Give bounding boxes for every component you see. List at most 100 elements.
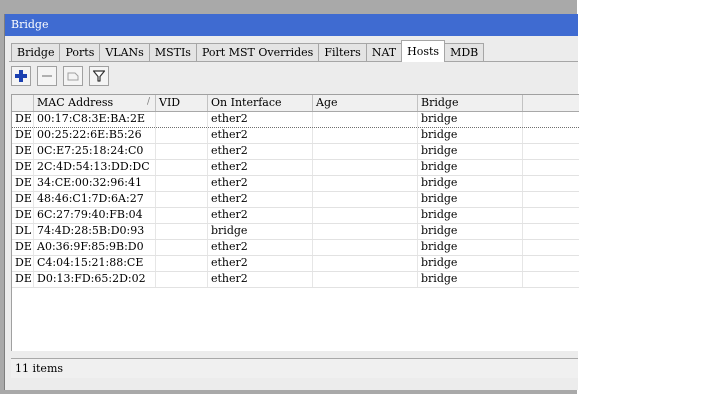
table-row[interactable]: DE 00:25:22:6E:B5:26 ether2 bridge <box>12 128 579 144</box>
cell-flags: DE <box>12 240 34 255</box>
cell-on-interface: ether2 <box>208 144 313 159</box>
column-header-vid[interactable]: VID <box>156 95 208 111</box>
tab-mstis[interactable]: MSTIs <box>148 43 197 62</box>
tab-nat[interactable]: NAT <box>365 43 403 62</box>
tab-port-mst-overrides[interactable]: Port MST Overrides <box>195 43 320 62</box>
cell-mac-address: 34:CE:00:32:96:41 <box>34 176 156 191</box>
cell-extra <box>523 224 579 239</box>
cell-flags: DE <box>12 256 34 271</box>
add-button[interactable] <box>11 66 31 86</box>
sort-icon: / <box>146 97 150 107</box>
tab-vlans[interactable]: VLANs <box>99 43 150 62</box>
cell-vid <box>156 176 208 191</box>
table-row[interactable]: DE C4:04:15:21:88:CE ether2 bridge <box>12 256 579 272</box>
cell-on-interface: ether2 <box>208 192 313 207</box>
cell-flags: DE <box>12 176 34 191</box>
cell-bridge: bridge <box>418 256 523 271</box>
cell-flags: DE <box>12 272 34 287</box>
filter-button[interactable] <box>89 66 109 86</box>
column-header-on-interface[interactable]: On Interface <box>208 95 313 111</box>
table-row[interactable]: DE A0:36:9F:85:9B:D0 ether2 bridge <box>12 240 579 256</box>
tab-ports[interactable]: Ports <box>59 43 101 62</box>
comment-button[interactable] <box>63 66 83 86</box>
cell-bridge: bridge <box>418 192 523 207</box>
tab-bar: Bridge Ports VLANs MSTIs Port MST Overri… <box>11 40 485 62</box>
filter-icon <box>92 70 106 82</box>
cell-flags: DE <box>12 208 34 223</box>
table-row[interactable]: DE 34:CE:00:32:96:41 ether2 bridge <box>12 176 579 192</box>
cell-bridge: bridge <box>418 272 523 287</box>
window-title[interactable]: Bridge <box>5 14 578 36</box>
remove-button[interactable] <box>37 66 57 86</box>
column-header-flags[interactable] <box>12 95 34 111</box>
cell-vid <box>156 144 208 159</box>
cell-mac-address: 74:4D:28:5B:D0:93 <box>34 224 156 239</box>
tab-mdb[interactable]: MDB <box>444 43 485 62</box>
cell-extra <box>523 208 579 223</box>
cell-age <box>313 224 418 239</box>
table-row[interactable]: DE 00:17:C8:3E:BA:2E ether2 bridge <box>12 112 579 128</box>
cell-vid <box>156 128 208 143</box>
cell-bridge: bridge <box>418 144 523 159</box>
column-header-bridge[interactable]: Bridge <box>418 95 523 111</box>
cell-on-interface: ether2 <box>208 112 313 127</box>
cell-on-interface: ether2 <box>208 256 313 271</box>
cell-extra <box>523 192 579 207</box>
tab-bridge[interactable]: Bridge <box>11 43 61 62</box>
cell-vid <box>156 256 208 271</box>
add-icon <box>15 70 27 82</box>
cell-flags: DE <box>12 112 34 127</box>
table-row[interactable]: DE 48:46:C1:7D:6A:27 ether2 bridge <box>12 192 579 208</box>
cell-bridge: bridge <box>418 112 523 127</box>
cell-on-interface: ether2 <box>208 208 313 223</box>
cell-flags: DE <box>12 128 34 143</box>
cell-extra <box>523 176 579 191</box>
table-row[interactable]: DE 2C:4D:54:13:DD:DC ether2 bridge <box>12 160 579 176</box>
table-row[interactable]: DE 6C:27:79:40:FB:04 ether2 bridge <box>12 208 579 224</box>
tab-divider <box>9 61 578 62</box>
column-header-mac-address[interactable]: MAC Address / <box>34 95 156 111</box>
cell-age <box>313 192 418 207</box>
cell-extra <box>523 112 579 127</box>
cell-vid <box>156 160 208 175</box>
toolbar <box>11 66 115 88</box>
cell-on-interface: bridge <box>208 224 313 239</box>
table-body: DE 00:17:C8:3E:BA:2E ether2 bridge DE 00:25:2… <box>12 112 579 288</box>
table-row[interactable]: DL 74:4D:28:5B:D0:93 bridge bridge <box>12 224 579 240</box>
cell-bridge: bridge <box>418 128 523 143</box>
cell-bridge: bridge <box>418 208 523 223</box>
cell-age <box>313 160 418 175</box>
cell-bridge: bridge <box>418 176 523 191</box>
cell-bridge: bridge <box>418 240 523 255</box>
hosts-table: MAC Address / VID On Interface Age Bridg… <box>11 94 579 351</box>
cell-age <box>313 240 418 255</box>
cell-flags: DE <box>12 192 34 207</box>
cell-age <box>313 272 418 287</box>
cell-on-interface: ether2 <box>208 176 313 191</box>
tab-hosts[interactable]: Hosts <box>401 40 446 62</box>
cell-extra <box>523 160 579 175</box>
column-header-label: MAC Address <box>37 96 114 109</box>
column-header-extra[interactable] <box>523 95 579 111</box>
cell-on-interface: ether2 <box>208 272 313 287</box>
cell-mac-address: 2C:4D:54:13:DD:DC <box>34 160 156 175</box>
cell-flags: DE <box>12 160 34 175</box>
cell-age <box>313 208 418 223</box>
cell-age <box>313 256 418 271</box>
cell-vid <box>156 224 208 239</box>
cell-extra <box>523 240 579 255</box>
table-row[interactable]: DE D0:13:FD:65:2D:02 ether2 bridge <box>12 272 579 288</box>
cell-extra <box>523 128 579 143</box>
cell-mac-address: 0C:E7:25:18:24:C0 <box>34 144 156 159</box>
column-header-age[interactable]: Age <box>313 95 418 111</box>
desktop-backdrop: Bridge Bridge Ports VLANs MSTIs Port MST… <box>0 0 579 394</box>
table-header: MAC Address / VID On Interface Age Bridg… <box>12 95 579 112</box>
table-row[interactable]: DE 0C:E7:25:18:24:C0 ether2 bridge <box>12 144 579 160</box>
cell-extra <box>523 256 579 271</box>
cell-on-interface: ether2 <box>208 160 313 175</box>
cell-bridge: bridge <box>418 224 523 239</box>
comment-icon <box>67 72 79 81</box>
cell-age <box>313 112 418 127</box>
tab-filters[interactable]: Filters <box>318 43 367 62</box>
cell-age <box>313 176 418 191</box>
